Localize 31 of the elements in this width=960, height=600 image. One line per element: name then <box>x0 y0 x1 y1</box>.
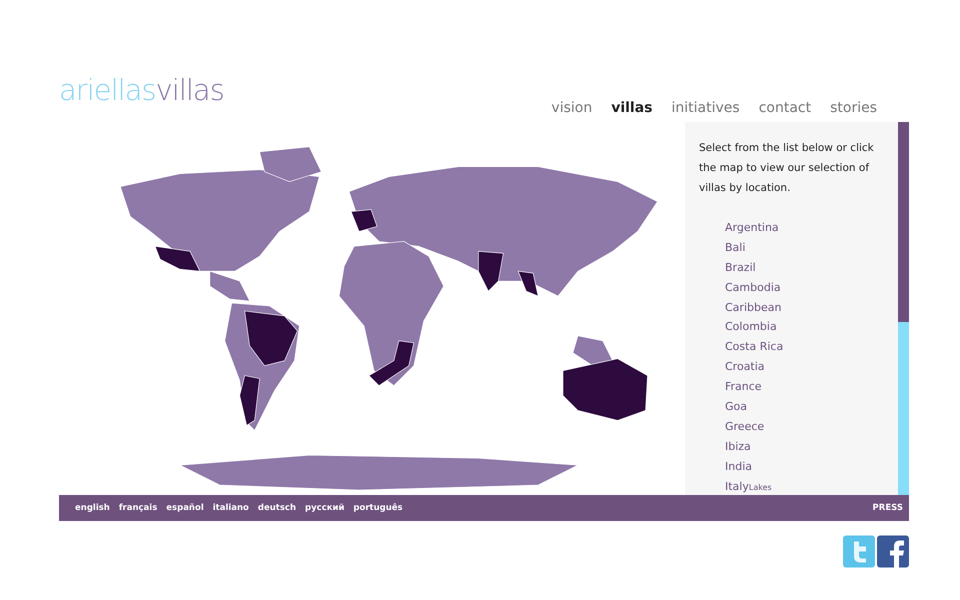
nav-link[interactable]: vision <box>551 100 592 116</box>
press-link[interactable]: PRESS <box>872 503 903 513</box>
location-link[interactable]: Brazil <box>725 260 756 274</box>
language-link[interactable]: français <box>118 503 158 513</box>
location-link[interactable]: Argentina <box>725 221 779 234</box>
language-link[interactable]: русский <box>305 503 344 513</box>
location-link[interactable]: India <box>725 460 752 473</box>
nav-link[interactable]: villas <box>611 100 653 116</box>
location-link[interactable]: Croatia <box>725 360 765 374</box>
location-link[interactable]: France <box>725 380 762 394</box>
nav-link[interactable]: stories <box>830 100 877 116</box>
language-link[interactable]: italiano <box>212 503 249 513</box>
location-link[interactable]: ItalyLakes <box>725 480 772 493</box>
panel-intro: Select from the list below or click the map to view our selection of villas by location. <box>699 141 875 196</box>
nav-link[interactable]: contact <box>758 100 812 116</box>
location-link[interactable]: Greece <box>725 420 764 433</box>
scroll-bar[interactable] <box>898 122 909 495</box>
language-link[interactable]: português <box>353 503 403 513</box>
language-link[interactable]: english <box>75 503 110 513</box>
location-link[interactable]: Ibiza <box>725 440 751 453</box>
location-link[interactable]: Colombia <box>725 320 777 334</box>
site-logo[interactable]: ariellasvillas <box>59 76 224 105</box>
location-link[interactable]: Bali <box>725 240 746 254</box>
language-link[interactable]: español <box>166 503 204 513</box>
location-link[interactable]: Cambodia <box>725 280 781 294</box>
nav-link[interactable]: initiatives <box>672 100 740 116</box>
location-link[interactable]: Goa <box>725 400 747 414</box>
location-link[interactable]: Costa Rica <box>725 340 784 354</box>
location-link[interactable]: Caribbean <box>725 300 782 314</box>
language-link[interactable]: deutsch <box>258 503 296 513</box>
facebook-icon[interactable] <box>877 535 909 568</box>
